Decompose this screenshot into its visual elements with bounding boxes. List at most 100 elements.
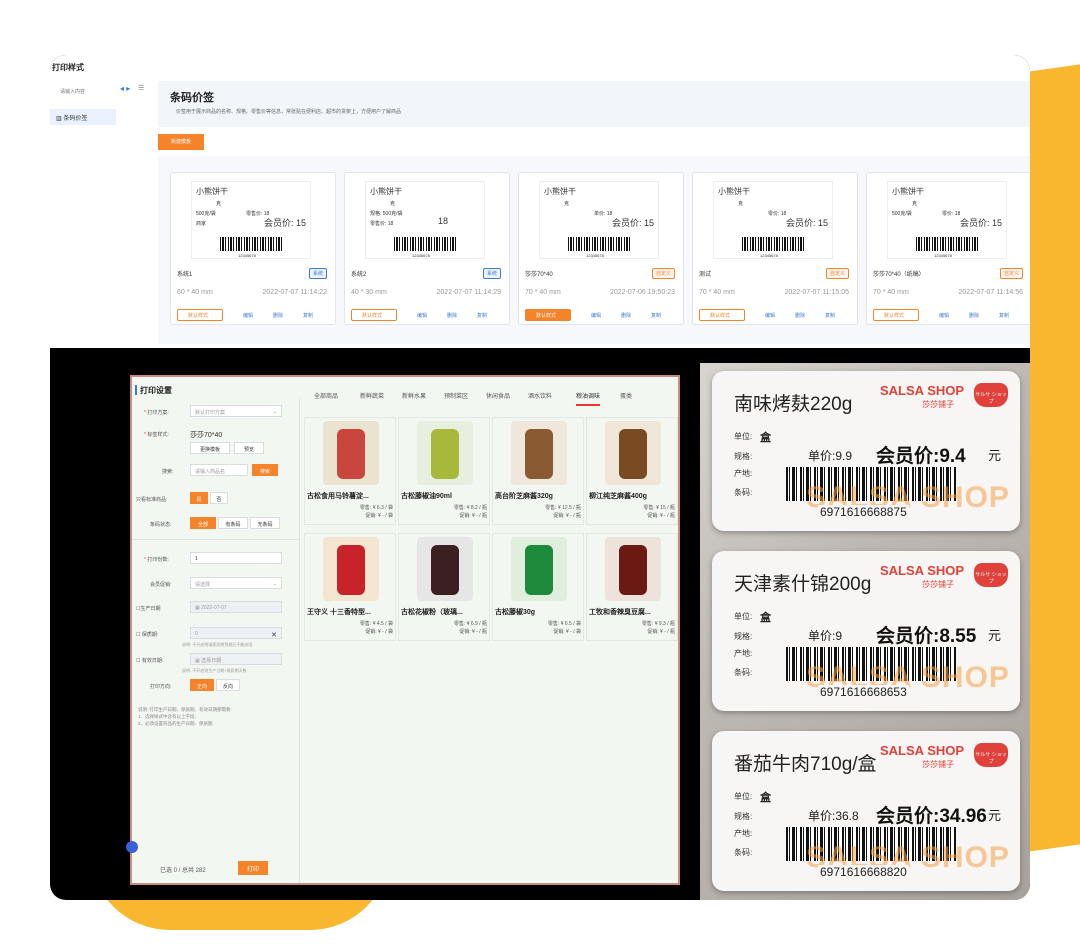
- product-card[interactable]: 王守义 十三香特型... 零售: ¥ 4.5 / 袋促销: ¥ - / 袋: [304, 533, 396, 641]
- preview-title: 小熊饼干: [544, 187, 576, 196]
- promo-select[interactable]: 请选择 ⌄: [190, 577, 282, 589]
- preview-barcode-number: 12345678: [760, 253, 778, 258]
- copy-link[interactable]: 复制: [303, 312, 313, 319]
- product-promo-price: 促销: ¥ - / 瓶: [647, 513, 675, 519]
- product-package-icon: [337, 429, 365, 479]
- production-date-input[interactable]: ▦ 2022-07-07: [190, 601, 282, 613]
- category-tab[interactable]: 预制菜区: [444, 391, 468, 400]
- product-promo-price: 促销: ¥ - / 瓶: [553, 513, 581, 519]
- barcode-has-button[interactable]: 有条码: [218, 517, 248, 529]
- unit-price: 单价:9: [808, 629, 843, 643]
- copy-link[interactable]: 复制: [651, 312, 661, 319]
- preview-line: 商家: [196, 221, 207, 227]
- preview-member-price: 会员价: 15: [960, 218, 1003, 228]
- template-card[interactable]: 小熊饼干克 500克/袋 商家 零售价: 18 会员价: 15 12345678 系统1 系统…: [170, 172, 336, 325]
- product-card[interactable]: 古松藤椒油90ml 零售: ¥ 8.2 / 瓶促销: ¥ - / 瓶: [398, 417, 490, 525]
- edit-link[interactable]: 编辑: [939, 312, 949, 319]
- shelf-life-input[interactable]: 0 ✕: [190, 627, 282, 639]
- print-button[interactable]: 打印: [238, 861, 268, 875]
- product-card[interactable]: 工牧和香辣臭豆腐... 零售: ¥ 9.3 / 瓶促销: ¥ - / 瓶: [586, 533, 678, 641]
- label-barcode-number: 6971616668875: [818, 505, 909, 519]
- category-tab[interactable]: 酒水饮料: [528, 391, 552, 400]
- product-retail-price: 零售: ¥ 6.5 / 袋: [547, 621, 581, 627]
- category-tab[interactable]: 新鲜蔬菜: [360, 391, 384, 400]
- product-card[interactable]: 古松藤椒30g 零售: ¥ 6.5 / 袋促销: ¥ - / 袋: [492, 533, 584, 641]
- edit-link[interactable]: 编辑: [765, 312, 775, 319]
- category-tab[interactable]: 蛋类: [620, 391, 632, 400]
- default-style-checkbox[interactable]: 默认样式: [351, 309, 397, 321]
- template-size: 70 * 40 mm: [699, 289, 735, 296]
- copy-link[interactable]: 复制: [999, 312, 1009, 319]
- sidebar-collapse-arrows-icon[interactable]: ◂ ▸: [120, 84, 130, 93]
- product-search-input[interactable]: 请输入商品名: [190, 464, 248, 476]
- edit-link[interactable]: 编辑: [243, 312, 253, 319]
- search-button[interactable]: 搜索: [252, 464, 278, 476]
- category-tab[interactable]: 新鲜水果: [402, 391, 426, 400]
- barcode-none-button[interactable]: 无条码: [250, 517, 280, 529]
- product-card[interactable]: 古松食用马铃薯淀... 零售: ¥ 6.3 / 袋促销: ¥ - / 袋: [304, 417, 396, 525]
- default-style-checkbox[interactable]: 默认样式: [177, 309, 223, 321]
- unit-price: 单价:36.8: [808, 809, 859, 823]
- copy-link[interactable]: 复制: [477, 312, 487, 319]
- copies-input[interactable]: 1: [190, 552, 282, 564]
- plan-select[interactable]: 默认打印方案 ⌄: [190, 405, 282, 417]
- standard-yes-button[interactable]: 是: [190, 492, 208, 504]
- page-title: 条码价签: [170, 92, 214, 104]
- unit-key: 单位:: [734, 792, 753, 801]
- delete-link[interactable]: 删除: [795, 312, 805, 319]
- template-time: 2022-07-07 11:15:05: [784, 289, 849, 296]
- shop-logo-text: SALSA SHOP: [880, 563, 965, 578]
- preview-member-price: 18: [438, 216, 449, 226]
- product-card[interactable]: 古松花椒粉（玻璃... 零售: ¥ 6.9 / 瓶促销: ¥ - / 瓶: [398, 533, 490, 641]
- delete-link[interactable]: 删除: [447, 312, 457, 319]
- template-time: 2022-07-07 11:14:22: [262, 289, 327, 296]
- menu-icon[interactable]: ☰: [138, 84, 144, 92]
- copy-link[interactable]: 复制: [825, 312, 835, 319]
- product-promo-price: 促销: ¥ - / 瓶: [647, 629, 675, 635]
- template-card[interactable]: 小熊饼干克单价: 18 会员价: 15 12345678 莎莎70*40 自定义 70 *…: [518, 172, 684, 325]
- product-promo-price: 促销: ¥ - / 瓶: [459, 629, 487, 635]
- edit-link[interactable]: 编辑: [417, 312, 427, 319]
- default-style-checkbox[interactable]: 默认样式: [699, 309, 745, 321]
- product-card[interactable]: 柳江纯芝麻酱400g 零售: ¥ 15 / 瓶促销: ¥ - / 瓶: [586, 417, 678, 525]
- help-line-1: 说明: 打印生产日期、保质期、有效日期都需要:: [138, 707, 232, 712]
- sidebar-item-barcode-tag[interactable]: ▥ 条码价签: [50, 109, 116, 125]
- template-card[interactable]: 小熊饼干克 500克/袋 零价: 18 会员价: 15 12345678 莎莎70*40（…: [866, 172, 1030, 325]
- chevron-down-icon: ⌄: [272, 581, 277, 587]
- promo-label: 会员促销:: [150, 582, 172, 588]
- edit-link[interactable]: 编辑: [591, 312, 601, 319]
- category-tab[interactable]: 全部商品: [314, 391, 338, 400]
- default-style-checkbox[interactable]: 默认样式: [525, 309, 571, 321]
- product-card[interactable]: 高台阶芝麻酱320g 零售: ¥ 12.5 / 瓶促销: ¥ - / 瓶: [492, 417, 584, 525]
- category-tab[interactable]: 休闲食品: [486, 391, 510, 400]
- template-card[interactable]: 小熊饼干克规格: 500克/袋 零售价: 18 18 12345678 系统2 系统 40 …: [344, 172, 510, 325]
- product-name: 古松花椒粉（玻璃...: [401, 609, 463, 616]
- shelf-life-note: 说明: 不开启则填保质期到期后不能启用: [182, 642, 253, 647]
- expiry-note: 说明: 不开启则生产日期+保质期天数: [182, 668, 247, 673]
- delete-link[interactable]: 删除: [273, 312, 283, 319]
- template-time: 2022-07-07 11:14:56: [958, 289, 1023, 296]
- barcode-all-button[interactable]: 全部: [190, 517, 216, 529]
- change-template-button[interactable]: 更换模板: [190, 442, 230, 454]
- new-template-button[interactable]: 新建模板: [158, 134, 204, 150]
- default-style-checkbox[interactable]: 默认样式: [873, 309, 919, 321]
- preview-button[interactable]: 预览: [234, 442, 264, 454]
- delete-link[interactable]: 删除: [621, 312, 631, 319]
- label-product-name: 南味烤麸220g: [734, 394, 853, 415]
- direction-forward-button[interactable]: 正向: [190, 679, 214, 691]
- product-promo-price: 促销: ¥ - / 袋: [365, 513, 393, 519]
- category-tab[interactable]: 粮油调味: [576, 391, 601, 406]
- product-name: 古松藤椒30g: [495, 609, 536, 616]
- template-time: 2022-07-06 19:50:23: [610, 289, 675, 296]
- expiry-input[interactable]: ▦ 选择日期: [190, 653, 282, 665]
- settings-form: * 打印方案: 默认打印方案 ⌄ * 标签样式: 莎莎70*40 更换模板 预览 …: [132, 399, 300, 883]
- floating-dot-icon[interactable]: [126, 841, 138, 853]
- sidebar-search-input[interactable]: [52, 85, 118, 99]
- standard-no-button[interactable]: 否: [210, 492, 228, 504]
- direction-reverse-button[interactable]: 反向: [216, 679, 240, 691]
- template-card[interactable]: 小熊饼干克零价: 18 会员价: 15 12345678 测试 自定义 70 * 40 m…: [692, 172, 858, 325]
- delete-link[interactable]: 删除: [969, 312, 979, 319]
- shop-pot-logo-icon: サルサ ショップ: [974, 383, 1008, 407]
- preview-line: 克: [738, 201, 744, 207]
- unit-key: 单位:: [734, 432, 753, 441]
